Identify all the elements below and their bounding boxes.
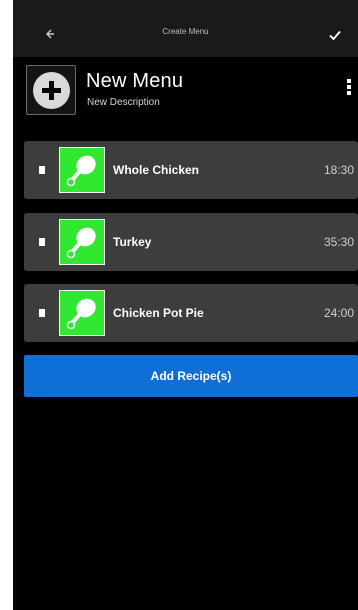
recipe-item[interactable]: Turkey 35:30 — [24, 213, 358, 271]
page-title: Create Menu — [162, 27, 209, 36]
recipe-time: 35:30 — [323, 235, 354, 249]
recipe-item[interactable]: Chicken Pot Pie 24:00 — [24, 284, 358, 342]
drumstick-icon — [59, 290, 105, 336]
top-app-bar: Create Menu — [13, 0, 358, 57]
screen: Create Menu New Menu New Description Who… — [13, 0, 358, 610]
drumstick-icon — [59, 219, 105, 265]
check-icon[interactable] — [327, 27, 343, 43]
drumstick-icon — [59, 147, 105, 193]
recipe-time: 24:00 — [323, 306, 354, 320]
add-recipes-button[interactable]: Add Recipe(s) — [24, 355, 358, 397]
drag-handle-icon[interactable] — [39, 166, 45, 174]
recipe-name: Whole Chicken — [113, 163, 200, 177]
drag-handle-icon[interactable] — [39, 309, 45, 317]
recipe-name: Turkey — [113, 235, 152, 249]
menu-header: New Menu New Description — [26, 65, 358, 117]
add-image-button[interactable] — [26, 65, 76, 115]
plus-circle-icon — [33, 72, 70, 109]
more-vert-icon[interactable] — [345, 79, 353, 99]
menu-name[interactable]: New Menu — [86, 70, 183, 93]
recipe-item[interactable]: Whole Chicken 18:30 — [24, 141, 358, 199]
recipe-name: Chicken Pot Pie — [113, 306, 204, 320]
menu-description[interactable]: New Description — [87, 97, 160, 108]
drag-handle-icon[interactable] — [39, 238, 45, 246]
back-arrow-icon[interactable] — [41, 26, 57, 42]
recipe-time: 18:30 — [323, 163, 354, 177]
